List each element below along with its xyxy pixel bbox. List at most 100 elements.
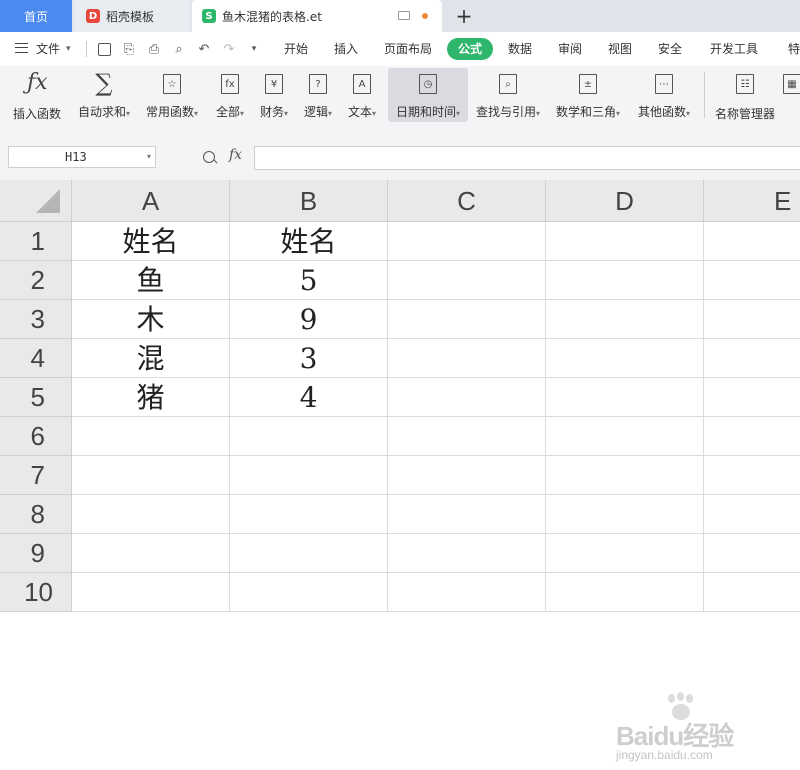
cell-b3[interactable]: 9 (230, 300, 388, 339)
cell-b6[interactable] (230, 417, 388, 456)
cell-d6[interactable] (546, 417, 704, 456)
formula-input[interactable] (254, 146, 800, 170)
cell-c9[interactable] (388, 534, 546, 573)
ribbon-more-button[interactable]: ▦ (782, 68, 800, 122)
menu-view[interactable]: 视图 (608, 40, 632, 58)
cell-d2[interactable] (546, 261, 704, 300)
common-functions-button[interactable]: ☆ 常用函数▾ (140, 68, 204, 122)
column-header-c[interactable]: C (388, 180, 546, 222)
cell-d7[interactable] (546, 456, 704, 495)
zoom-icon[interactable] (203, 151, 215, 163)
row-header-3[interactable]: 3 (0, 300, 72, 339)
autosum-button[interactable]: ∑ 自动求和▾ (72, 68, 136, 122)
tab-document[interactable]: S 鱼木混猪的表格.et (192, 0, 442, 32)
cell-b4[interactable]: 3 (230, 339, 388, 378)
cell-e1[interactable] (704, 222, 800, 261)
tab-docer-templates[interactable]: D 稻壳模板 (74, 0, 190, 32)
cell-a1[interactable]: 姓名 (72, 222, 230, 261)
cell-a5[interactable]: 猪 (72, 378, 230, 417)
cell-d8[interactable] (546, 495, 704, 534)
menu-security[interactable]: 安全 (658, 40, 682, 58)
menu-insert[interactable]: 插入 (334, 40, 358, 58)
cell-c4[interactable] (388, 339, 546, 378)
finance-button[interactable]: ¥ 财务▾ (254, 68, 294, 122)
row-header-5[interactable]: 5 (0, 378, 72, 417)
export-icon[interactable]: ⎘ (121, 41, 137, 57)
customize-toolbar-icon[interactable]: ▾ (246, 41, 262, 57)
print-icon[interactable]: ⎙ (146, 41, 162, 57)
cell-a4[interactable]: 混 (72, 339, 230, 378)
row-header-1[interactable]: 1 (0, 222, 72, 261)
math-trig-button[interactable]: ± 数学和三角▾ (552, 68, 624, 122)
menu-file[interactable]: 文件 (36, 40, 60, 58)
print-preview-icon[interactable]: ⌕ (171, 41, 187, 57)
insert-function-button[interactable]: ƒx 插入函数 (8, 68, 66, 122)
cell-e6[interactable] (704, 417, 800, 456)
select-all-corner[interactable] (0, 180, 72, 222)
column-header-e[interactable]: E (704, 180, 800, 222)
cell-a2[interactable]: 鱼 (72, 261, 230, 300)
cell-d5[interactable] (546, 378, 704, 417)
chevron-down-icon[interactable]: ▾ (147, 147, 151, 167)
menu-formulas[interactable]: 公式 (447, 38, 493, 60)
cell-b2[interactable]: 5 (230, 261, 388, 300)
name-manager-button[interactable]: ☷ 名称管理器 (712, 68, 778, 122)
cell-c10[interactable] (388, 573, 546, 612)
cell-c6[interactable] (388, 417, 546, 456)
cell-a7[interactable] (72, 456, 230, 495)
row-header-7[interactable]: 7 (0, 456, 72, 495)
cell-b8[interactable] (230, 495, 388, 534)
logic-button[interactable]: ? 逻辑▾ (298, 68, 338, 122)
cell-b9[interactable] (230, 534, 388, 573)
column-header-d[interactable]: D (546, 180, 704, 222)
cell-b5[interactable]: 4 (230, 378, 388, 417)
menu-page-layout[interactable]: 页面布局 (384, 40, 432, 58)
menu-review[interactable]: 审阅 (558, 40, 582, 58)
row-header-8[interactable]: 8 (0, 495, 72, 534)
cell-a6[interactable] (72, 417, 230, 456)
lookup-reference-button[interactable]: ⌕ 查找与引用▾ (472, 68, 544, 122)
date-time-button[interactable]: ◷ 日期和时间▾ (388, 68, 468, 122)
menu-start[interactable]: 开始 (284, 40, 308, 58)
row-header-6[interactable]: 6 (0, 417, 72, 456)
column-header-b[interactable]: B (230, 180, 388, 222)
cell-c3[interactable] (388, 300, 546, 339)
cell-c7[interactable] (388, 456, 546, 495)
undo-icon[interactable]: ↶ (196, 41, 212, 57)
cell-a8[interactable] (72, 495, 230, 534)
all-functions-button[interactable]: fx 全部▾ (208, 68, 252, 122)
cell-d10[interactable] (546, 573, 704, 612)
cell-a3[interactable]: 木 (72, 300, 230, 339)
text-functions-button[interactable]: A 文本▾ (342, 68, 382, 122)
monitor-icon[interactable] (398, 11, 410, 20)
redo-icon[interactable]: ↷ (221, 41, 237, 57)
cell-e10[interactable] (704, 573, 800, 612)
cell-a9[interactable] (72, 534, 230, 573)
cell-b7[interactable] (230, 456, 388, 495)
cell-e4[interactable] (704, 339, 800, 378)
row-header-10[interactable]: 10 (0, 573, 72, 612)
menu-more[interactable]: 特 (788, 40, 800, 58)
cell-c8[interactable] (388, 495, 546, 534)
new-tab-button[interactable]: + (452, 0, 476, 32)
cell-c5[interactable] (388, 378, 546, 417)
fx-icon[interactable]: fx (229, 147, 242, 163)
cell-b10[interactable] (230, 573, 388, 612)
cell-e3[interactable] (704, 300, 800, 339)
row-header-4[interactable]: 4 (0, 339, 72, 378)
name-box[interactable]: H13 ▾ (8, 146, 156, 168)
cell-d1[interactable] (546, 222, 704, 261)
cell-d4[interactable] (546, 339, 704, 378)
cell-e7[interactable] (704, 456, 800, 495)
other-functions-button[interactable]: ⋯ 其他函数▾ (634, 68, 694, 122)
cell-a10[interactable] (72, 573, 230, 612)
cell-e5[interactable] (704, 378, 800, 417)
hamburger-menu-icon[interactable] (15, 43, 28, 53)
cell-c2[interactable] (388, 261, 546, 300)
menu-developer-tools[interactable]: 开发工具 (710, 40, 758, 58)
menu-data[interactable]: 数据 (508, 40, 532, 58)
cell-e8[interactable] (704, 495, 800, 534)
save-icon[interactable] (96, 41, 112, 57)
cell-d9[interactable] (546, 534, 704, 573)
tab-home[interactable]: 首页 (0, 0, 72, 32)
